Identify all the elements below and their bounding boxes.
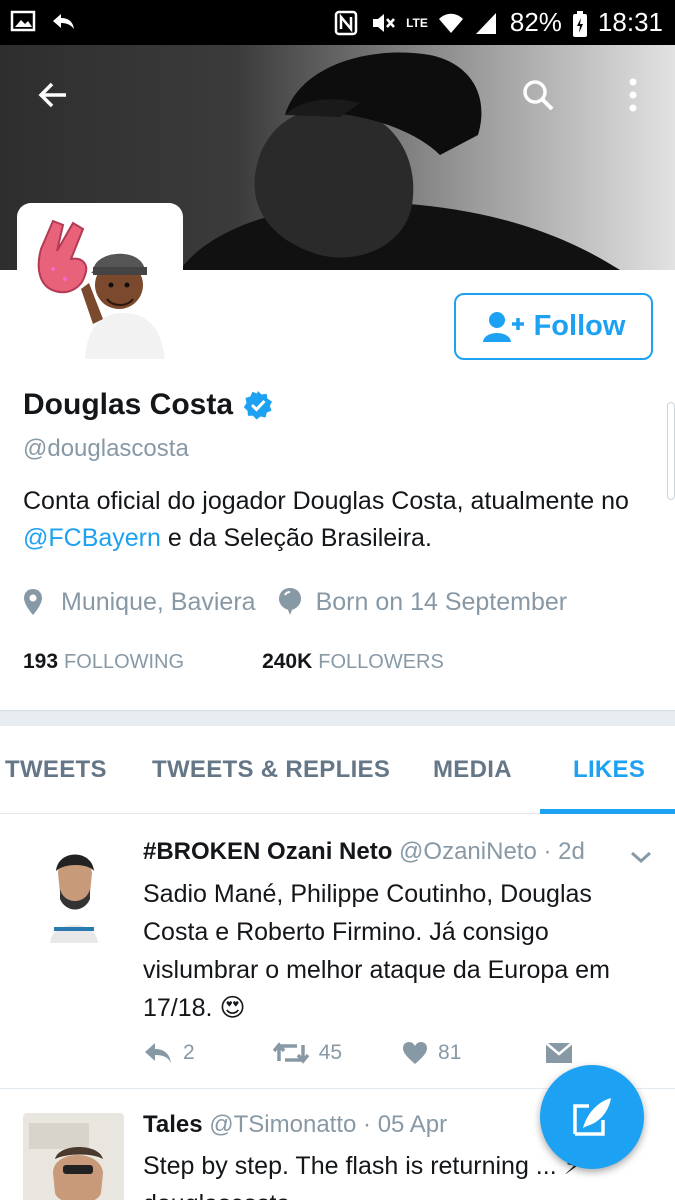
tweet-item[interactable]: #BROKEN Ozani Neto @OzaniNeto · 2d Sadio… [0, 815, 675, 1089]
following-count: 193 [23, 650, 59, 673]
tweet-author-handle[interactable]: @OzaniNeto [399, 838, 537, 865]
tweet-timestamp: · 2d [543, 838, 585, 865]
profile-meta: Munique, Baviera Born on 14 September [23, 587, 567, 617]
tweet-actions: 2 45 81 [143, 1041, 574, 1065]
tweet-author-photo [48, 843, 100, 943]
reply-count: 2 [183, 1041, 195, 1064]
tweet-header: Tales @TSimonatto · 05 Apr [143, 1111, 447, 1139]
following-label: FOLLOWING [64, 651, 185, 673]
clock: 18:31 [597, 7, 663, 37]
more-vertical-icon [629, 78, 637, 112]
status-bar: LTE 82% 18:31 [0, 0, 675, 45]
like-count: 81 [438, 1041, 462, 1064]
signal-icon [474, 10, 500, 36]
tweet-author-avatar[interactable] [23, 1113, 124, 1200]
bio-text-start: Conta oficial do jogador Douglas Costa, … [23, 487, 629, 515]
balloon-icon [278, 587, 304, 617]
mute-icon [370, 10, 396, 36]
back-arrow-icon [38, 82, 66, 108]
battery-icon [572, 10, 588, 37]
chevron-down-icon[interactable] [629, 845, 653, 869]
bio-mention-link[interactable]: @FCBayern [23, 524, 161, 552]
reply-notification-icon [50, 8, 76, 34]
profile-birthday: Born on 14 September [315, 587, 568, 616]
bio-text-end: e da Seleção Brasileira. [160, 524, 432, 552]
profile-tabs: TWEETS TWEETS & REPLIES MEDIA LIKES [0, 726, 675, 814]
profile-name: Douglas Costa [23, 388, 234, 421]
tweet-author-avatar[interactable] [48, 843, 100, 943]
following-stat[interactable]: 193 FOLLOWING [23, 650, 184, 674]
tweet-author-handle[interactable]: @TSimonatto [209, 1111, 356, 1138]
verified-badge-icon [243, 391, 273, 420]
search-button[interactable] [510, 67, 566, 123]
gallery-icon [10, 8, 36, 34]
followers-stat[interactable]: 240K FOLLOWERS [262, 650, 444, 674]
active-tab-indicator [540, 809, 675, 814]
profile-stats: 193 FOLLOWING 240K FOLLOWERS [23, 650, 444, 674]
bitmoji-avatar-image [37, 219, 165, 359]
retweet-button[interactable]: 45 [272, 1041, 343, 1065]
more-options-button[interactable] [605, 67, 661, 123]
tab-tweets-replies[interactable]: TWEETS & REPLIES [152, 756, 390, 784]
nfc-icon [334, 10, 360, 36]
search-icon [523, 80, 554, 111]
wifi-icon [438, 10, 464, 36]
reply-button[interactable]: 2 [143, 1041, 195, 1065]
tab-media[interactable]: MEDIA [433, 756, 512, 784]
tweet-author-photo [23, 1113, 124, 1200]
reply-icon [145, 1043, 171, 1063]
profile-name-row: Douglas Costa [23, 388, 273, 422]
profile-location: Munique, Baviera [61, 587, 256, 616]
battery-percent: 82% [509, 7, 562, 37]
compose-feather-icon [573, 1098, 611, 1136]
tweet-text: Sadio Mané, Philippe Coutinho, Douglas C… [143, 880, 610, 1022]
followers-count: 240K [262, 650, 313, 673]
follow-button[interactable]: Follow [454, 293, 653, 360]
tweet-timestamp: · 05 Apr [363, 1111, 448, 1138]
tweet-author-name[interactable]: #BROKEN Ozani Neto [143, 838, 392, 865]
heart-icon [403, 1042, 428, 1064]
retweet-count: 45 [318, 1041, 343, 1064]
profile-handle: @douglascosta [23, 435, 189, 462]
follow-button-label: Follow [533, 310, 626, 342]
tab-tweets[interactable]: TWEETS [5, 756, 107, 784]
compose-tweet-button[interactable] [540, 1065, 644, 1169]
scrollbar-thumb[interactable] [667, 402, 675, 500]
section-divider [0, 710, 675, 726]
add-user-icon [482, 311, 524, 342]
profile-bio: Conta oficial do jogador Douglas Costa, … [23, 483, 663, 557]
tweet-header: #BROKEN Ozani Neto @OzaniNeto · 2d [143, 838, 585, 866]
tweet-author-name[interactable]: Tales [143, 1111, 203, 1138]
profile-avatar[interactable] [17, 203, 183, 369]
back-button[interactable] [25, 67, 81, 123]
followers-label: FOLLOWERS [318, 651, 444, 673]
like-button[interactable]: 81 [402, 1041, 461, 1065]
location-pin-icon [23, 587, 49, 617]
envelope-icon [545, 1042, 574, 1063]
direct-message-button[interactable] [545, 1042, 574, 1064]
tab-likes[interactable]: LIKES [573, 756, 645, 784]
retweet-icon [272, 1042, 309, 1064]
lte-indicator: LTE [406, 15, 428, 30]
